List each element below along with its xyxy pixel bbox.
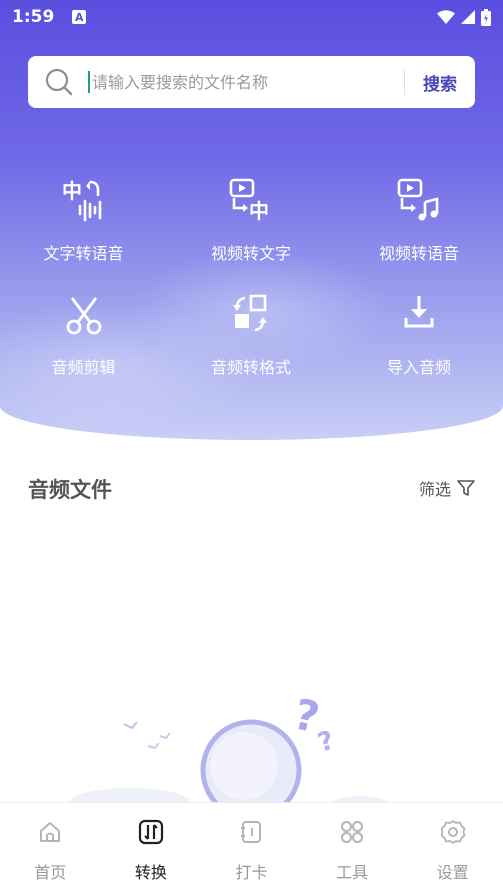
tab-label: 转换 (134, 863, 167, 882)
feature-text-to-speech[interactable]: 中 文字转语音 (0, 170, 167, 284)
wifi-icon (437, 10, 455, 24)
svg-text:中: 中 (62, 179, 82, 203)
tab-settings[interactable]: 设置 (403, 803, 503, 883)
feature-label: 视频转文字 (210, 244, 291, 263)
tab-label: 首页 (34, 863, 67, 882)
bottom-tab-bar: 首页 转换 打卡 工具 设置 (0, 802, 503, 894)
scissors-icon (66, 297, 101, 335)
tab-home[interactable]: 首页 (0, 803, 100, 883)
feature-audio-format[interactable]: 音频转格式 (167, 284, 335, 398)
empty-state-illustration: ? ? (70, 689, 388, 802)
feature-label: 文字转语音 (43, 244, 124, 263)
svg-text:中: 中 (249, 199, 269, 223)
signal-icon (461, 10, 475, 24)
search-icon (45, 68, 73, 96)
tab-tools[interactable]: 工具 (302, 803, 402, 883)
tab-label: 设置 (436, 863, 469, 882)
import-download-icon (404, 296, 434, 328)
search-bar: 搜索 (28, 56, 475, 108)
video-to-text-icon: 中 (229, 178, 269, 223)
tab-checkin[interactable]: 打卡 (201, 803, 301, 883)
video-to-audio-icon (397, 178, 439, 221)
home-icon (40, 822, 61, 842)
feature-label: 视频转语音 (378, 244, 459, 263)
gear-icon (440, 820, 466, 844)
filter-label: 筛选 (418, 480, 451, 499)
search-input[interactable] (88, 71, 388, 93)
filter-funnel-icon (457, 480, 475, 496)
tab-label: 打卡 (235, 863, 268, 882)
tab-convert[interactable]: 转换 (101, 803, 201, 883)
battery-icon (481, 8, 491, 26)
text-to-speech-icon: 中 (62, 179, 101, 222)
notebook-icon (241, 821, 262, 843)
convert-icon (138, 819, 163, 845)
feature-grid: 中 文字转语音 中 视频转文字 视频转语音 音频剪辑 音频转格式 导入音频 (0, 170, 503, 398)
search-button[interactable]: 搜索 (405, 70, 475, 95)
notification-badge-icon: A (72, 10, 87, 24)
filter-button[interactable]: 筛选 (419, 476, 475, 500)
status-indicators (437, 8, 491, 26)
feature-video-to-text[interactable]: 中 视频转文字 (167, 170, 335, 284)
feature-import-audio[interactable]: 导入音频 (335, 284, 503, 398)
svg-text:?: ? (314, 725, 338, 758)
section-title: 音频文件 (28, 478, 112, 502)
feature-label: 音频转格式 (210, 358, 291, 377)
grid-tools-icon (341, 821, 364, 843)
feature-label: 音频剪辑 (51, 358, 116, 377)
feature-audio-cut[interactable]: 音频剪辑 (0, 284, 167, 398)
feature-label: 导入音频 (386, 358, 451, 377)
format-convert-icon (233, 294, 267, 332)
feature-video-to-audio[interactable]: 视频转语音 (335, 170, 503, 284)
tab-label: 工具 (336, 863, 369, 882)
status-time: 1:59 (12, 7, 55, 27)
status-bar: 1:59 A (0, 0, 503, 34)
